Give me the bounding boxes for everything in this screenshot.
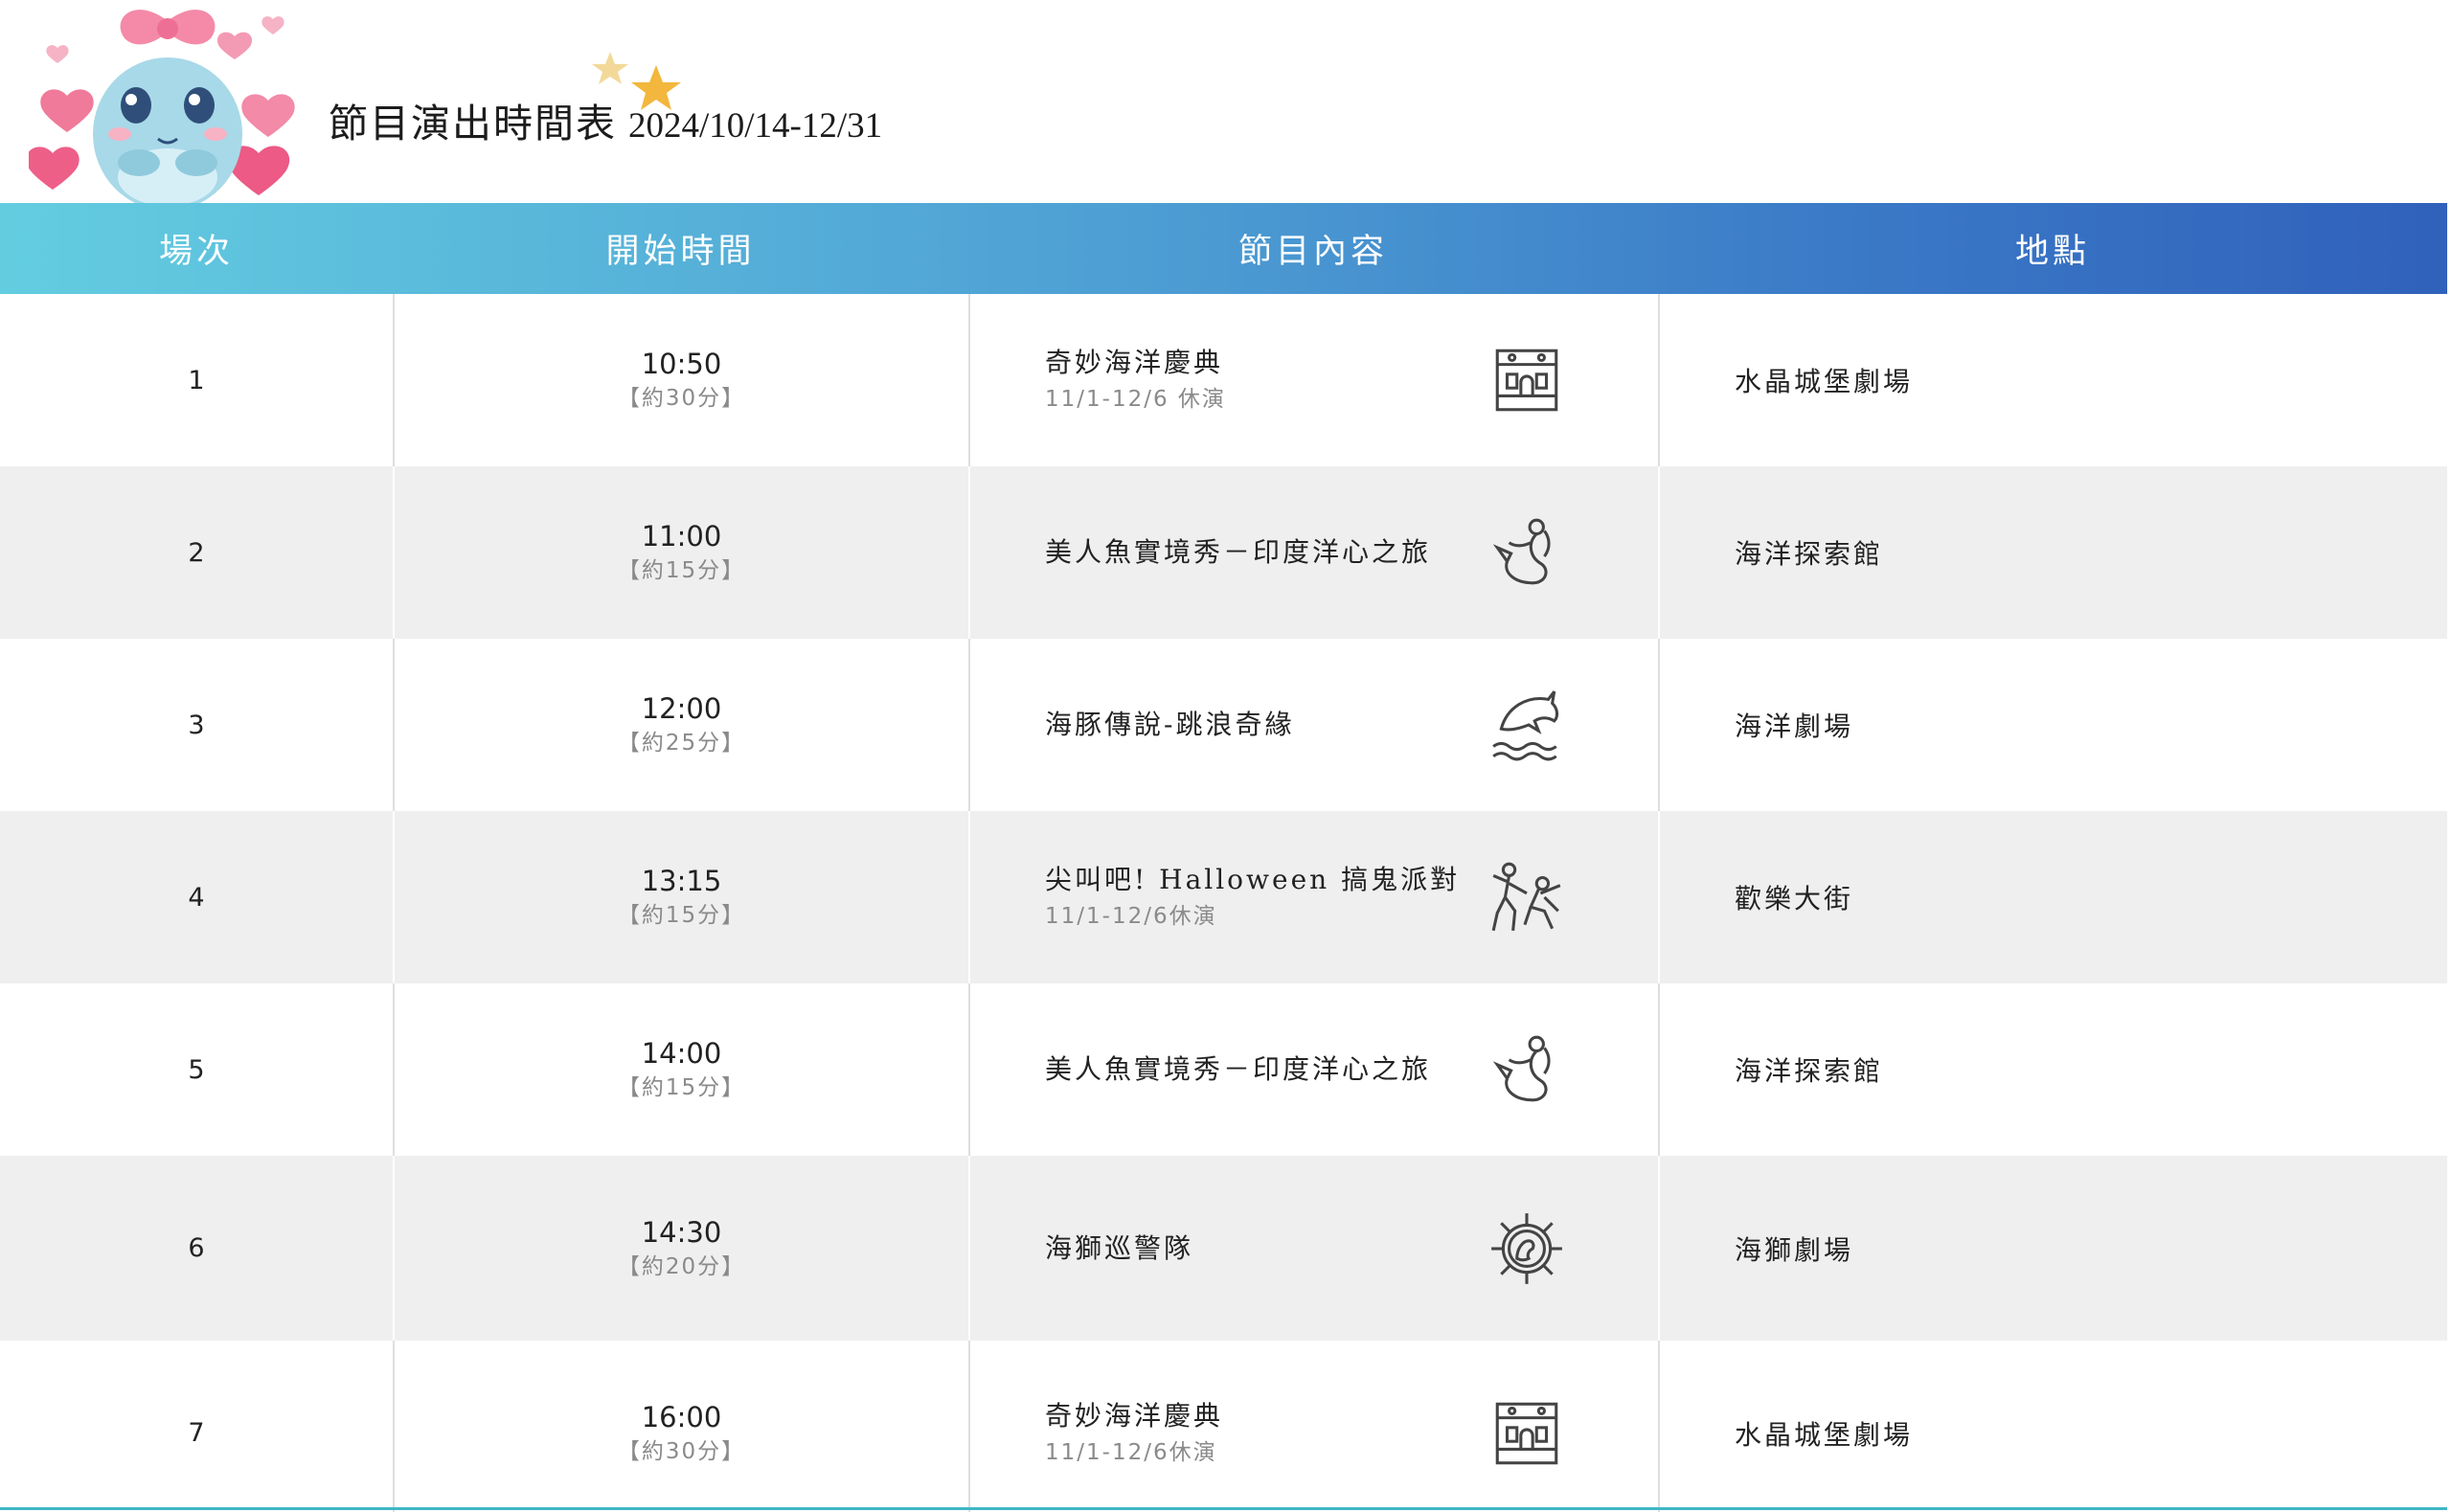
page-title: 節目演出時間表 2024/10/14-12/31 xyxy=(329,91,883,150)
show-name: 海豚傳說-跳浪奇緣 xyxy=(1045,709,1295,740)
column-header-location: 地點 xyxy=(2014,233,2090,271)
session-number: 5 xyxy=(188,1054,205,1085)
dolphin-mascot-icon xyxy=(29,0,306,203)
session-number: 2 xyxy=(188,537,205,568)
duration: 【約20分】 xyxy=(617,1253,746,1279)
column-header-session: 場次 xyxy=(158,233,234,271)
location: 水晶城堡劇場 xyxy=(1658,294,2447,466)
show-name: 美人魚實境秀－印度洋心之旅 xyxy=(1045,536,1432,568)
duration: 【約15分】 xyxy=(617,1075,746,1100)
table-row: 3 12:00 【約25分】 海豚傳說-跳浪奇緣 海洋劇場 xyxy=(0,639,2447,811)
castle-icon xyxy=(1487,341,1566,419)
duration: 【約15分】 xyxy=(617,903,746,928)
table-row: 7 16:00 【約30分】 奇妙海洋慶典 11/1-12/6休演 水晶城堡劇場 xyxy=(0,1341,2447,1512)
show-cell: 奇妙海洋慶典 11/1-12/6休演 xyxy=(968,1341,1658,1512)
show-cell: 美人魚實境秀－印度洋心之旅 xyxy=(968,983,1658,1156)
show-note: 11/1-12/6休演 xyxy=(1045,1439,1217,1465)
column-header-start-time: 開始時間 xyxy=(605,233,756,271)
castle-icon xyxy=(1487,1394,1566,1473)
start-time-cell: 16:00 【約30分】 xyxy=(393,1341,968,1512)
location: 水晶城堡劇場 xyxy=(1658,1341,2447,1512)
table-row: 2 11:00 【約15分】 美人魚實境秀－印度洋心之旅 海洋探索館 xyxy=(0,466,2447,639)
show-name: 奇妙海洋慶典 xyxy=(1045,1399,1224,1432)
start-time-cell: 11:00 【約15分】 xyxy=(393,466,968,639)
table-row: 5 14:00 【約15分】 美人魚實境秀－印度洋心之旅 海洋探索館 xyxy=(0,983,2447,1156)
dolphin-icon xyxy=(1487,686,1566,764)
date-range: 2024/10/14-12/31 xyxy=(628,106,883,146)
table-bottom-border xyxy=(0,1507,2447,1510)
duration: 【約30分】 xyxy=(617,1438,746,1464)
mermaid-icon xyxy=(1487,513,1566,592)
show-note: 11/1-12/6 休演 xyxy=(1045,387,1226,412)
start-time: 14:30 xyxy=(641,1215,722,1249)
start-time-cell: 14:00 【約15分】 xyxy=(393,983,968,1156)
show-name: 美人魚實境秀－印度洋心之旅 xyxy=(1045,1053,1432,1085)
duration: 【約15分】 xyxy=(617,558,746,583)
show-cell: 海獅巡警隊 xyxy=(968,1156,1658,1341)
duration: 【約30分】 xyxy=(617,386,746,411)
location: 海洋探索館 xyxy=(1658,983,2447,1156)
show-name: 海獅巡警隊 xyxy=(1045,1231,1194,1264)
start-time-cell: 14:30 【約20分】 xyxy=(393,1156,968,1341)
schedule-page: 節目演出時間表 2024/10/14-12/31 場次 開始時間 節目內容 地點… xyxy=(0,0,2452,1512)
start-time: 10:50 xyxy=(641,348,722,380)
show-cell: 海豚傳說-跳浪奇緣 xyxy=(968,639,1658,811)
session-number: 7 xyxy=(188,1418,205,1448)
location: 海獅劇場 xyxy=(1658,1156,2447,1341)
table-row: 1 10:50 【約30分】 奇妙海洋慶典 11/1-12/6 休演 水晶城堡劇… xyxy=(0,294,2447,466)
show-cell: 尖叫吧! Halloween 搞鬼派對 11/1-12/6休演 xyxy=(968,811,1658,983)
session-number: 6 xyxy=(188,1233,205,1263)
show-cell: 奇妙海洋慶典 11/1-12/6 休演 xyxy=(968,294,1658,466)
show-name: 奇妙海洋慶典 xyxy=(1045,347,1224,378)
start-time: 13:15 xyxy=(641,865,722,897)
session-number: 1 xyxy=(188,365,205,395)
start-time: 14:00 xyxy=(641,1037,722,1070)
session-number: 4 xyxy=(188,882,205,913)
show-name: 尖叫吧! Halloween 搞鬼派對 xyxy=(1045,864,1461,895)
start-time-cell: 12:00 【約25分】 xyxy=(393,639,968,811)
show-note: 11/1-12/6休演 xyxy=(1045,904,1217,929)
location: 歡樂大街 xyxy=(1658,811,2447,983)
column-header-show: 節目內容 xyxy=(1237,233,1388,271)
title-text: 節目演出時間表 xyxy=(329,91,617,152)
duration: 【約25分】 xyxy=(617,731,746,756)
start-time: 12:00 xyxy=(641,692,722,725)
location: 海洋劇場 xyxy=(1658,639,2447,811)
start-time: 11:00 xyxy=(641,520,722,553)
start-time-cell: 13:15 【約15分】 xyxy=(393,811,968,983)
session-number: 3 xyxy=(188,710,205,740)
location: 海洋探索館 xyxy=(1658,466,2447,639)
table-row: 6 14:30 【約20分】 海獅巡警隊 海獅劇場 xyxy=(0,1156,2447,1341)
table-header: 場次 開始時間 節目內容 地點 xyxy=(0,203,2447,294)
table-row: 4 13:15 【約15分】 尖叫吧! Halloween 搞鬼派對 11/1-… xyxy=(0,811,2447,983)
show-cell: 美人魚實境秀－印度洋心之旅 xyxy=(968,466,1658,639)
mermaid-icon xyxy=(1487,1030,1566,1109)
start-time-cell: 10:50 【約30分】 xyxy=(393,294,968,466)
schedule-table: 場次 開始時間 節目內容 地點 1 10:50 【約30分】 奇妙海洋慶典 11… xyxy=(0,203,2447,1512)
ship-wheel-sealion-icon xyxy=(1487,1209,1566,1288)
start-time: 16:00 xyxy=(641,1400,722,1433)
dancers-icon xyxy=(1487,858,1566,937)
